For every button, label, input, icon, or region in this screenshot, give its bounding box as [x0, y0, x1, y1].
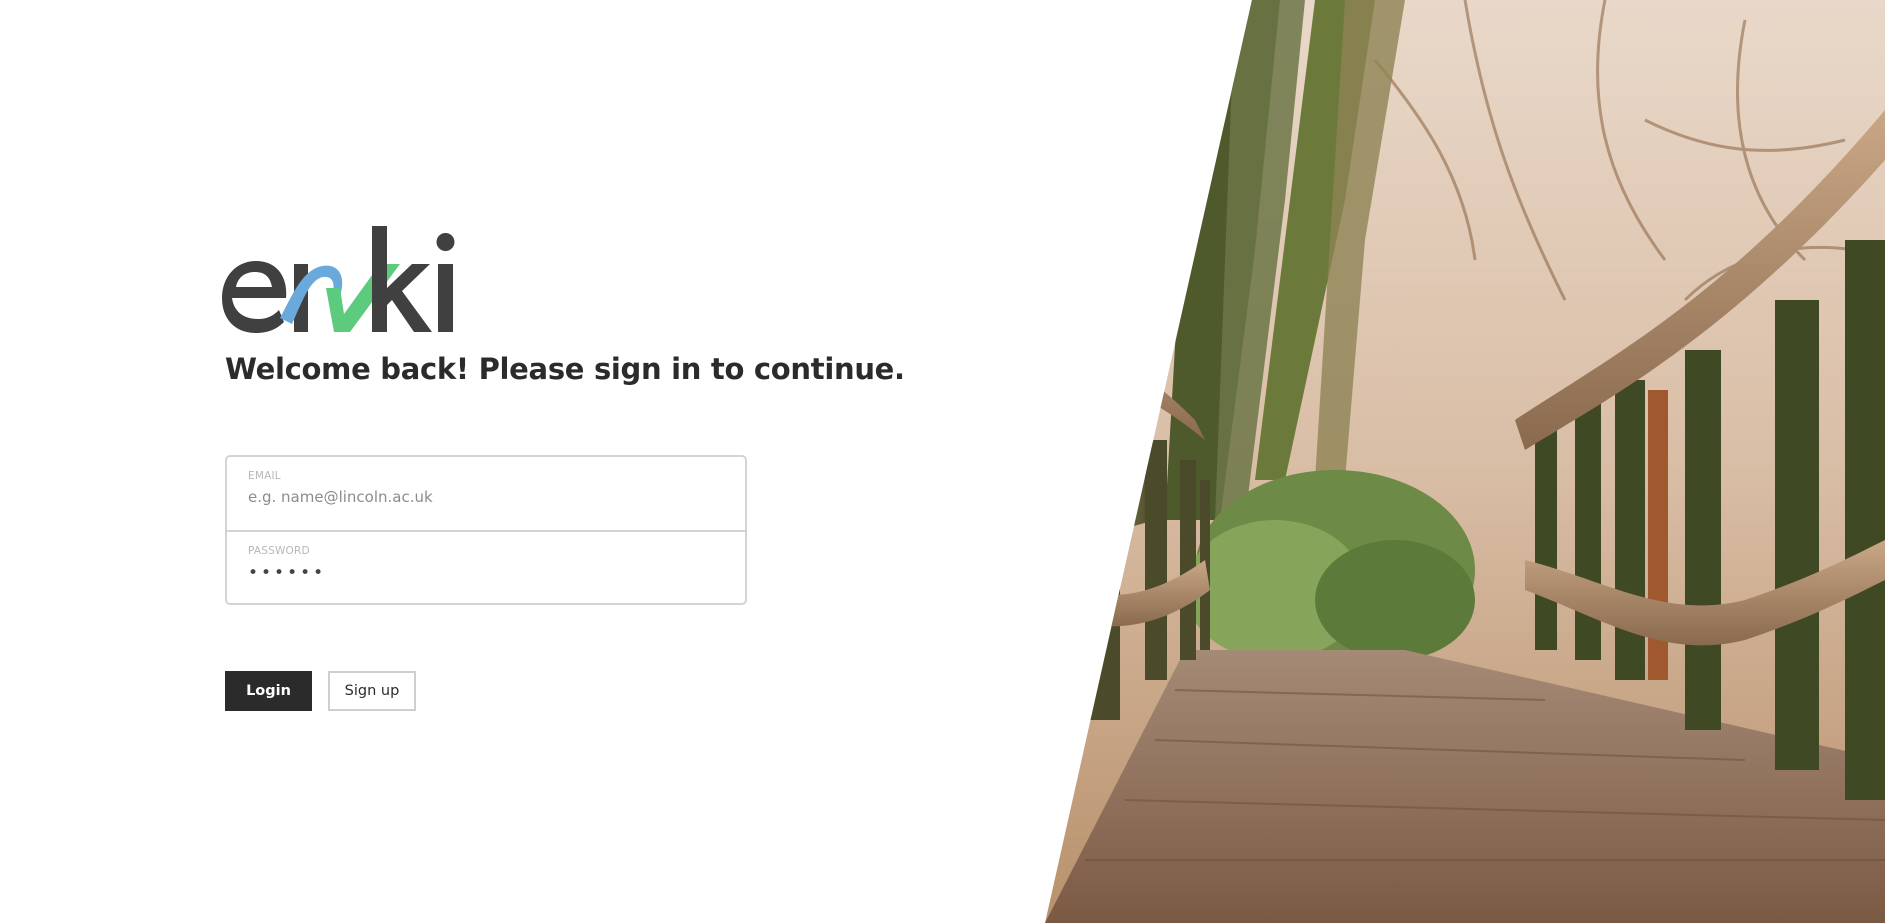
email-input[interactable]: [248, 488, 718, 506]
page-title: Welcome back! Please sign in to continue…: [225, 352, 905, 386]
signup-button[interactable]: Sign up: [328, 671, 416, 711]
email-field-group: EMAIL: [227, 457, 745, 530]
forest-boardwalk-photo: [1045, 0, 1885, 923]
password-label: PASSWORD: [248, 545, 310, 557]
login-page: Welcome back! Please sign in to continue…: [0, 0, 1885, 923]
enki-logo: [222, 226, 462, 334]
password-field-group: PASSWORD ••••••: [227, 530, 745, 603]
login-button[interactable]: Login: [225, 671, 312, 711]
email-label: EMAIL: [248, 470, 281, 482]
password-input[interactable]: ••••••: [248, 563, 745, 583]
login-form: EMAIL PASSWORD ••••••: [225, 455, 747, 605]
